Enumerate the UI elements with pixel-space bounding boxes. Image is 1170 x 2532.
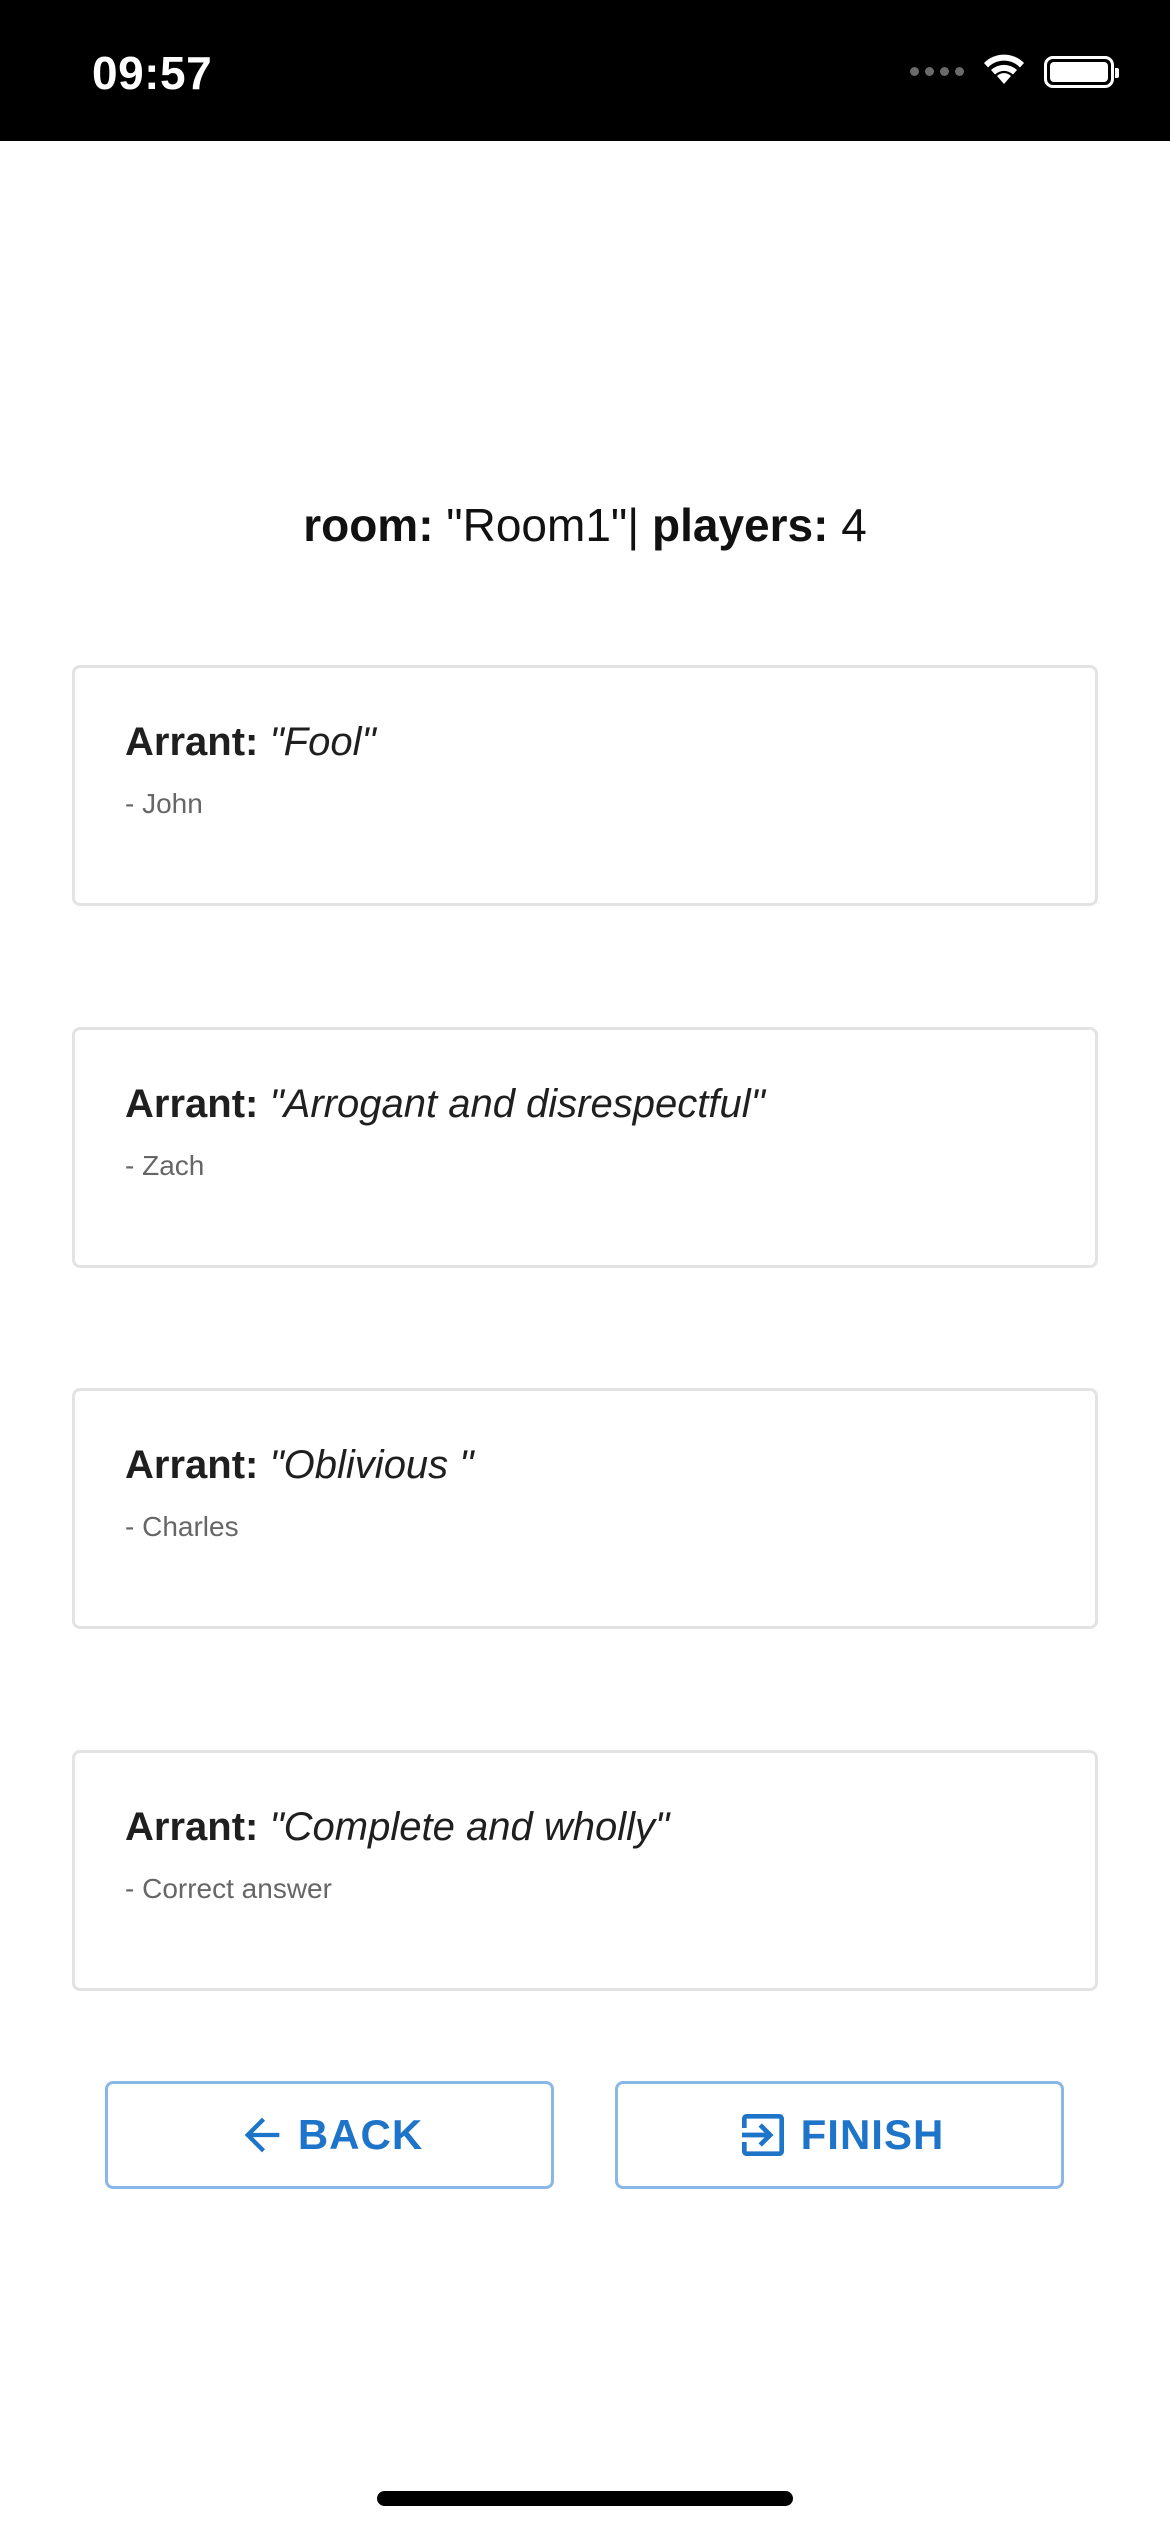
arrow-left-icon [236,2109,288,2161]
room-label: room: [303,499,434,551]
finish-button-label: FINISH [800,2111,945,2158]
battery-icon [1044,55,1119,88]
home-indicator[interactable] [377,2491,793,2506]
answer-author: - Correct answer [125,1873,332,1904]
room-value: "Room1"| [433,499,652,551]
players-label: players: [651,499,829,551]
word-label: Arrant: [125,1805,259,1849]
answer-author: - Zach [125,1150,205,1181]
answer-author: - John [125,788,203,819]
definition-text: "Fool" [269,720,376,764]
status-bar: 09:57 [0,0,1170,141]
answer-author: - Charles [125,1511,239,1542]
room-info: room: "Room1"| players: 4 [0,498,1170,552]
answer-card-3[interactable]: Arrant: "Oblivious " - Charles [72,1388,1098,1629]
definition-text: "Complete and wholly" [269,1805,670,1849]
word-label: Arrant: [125,720,259,764]
answer-card-1[interactable]: Arrant: "Fool" - John [72,665,1098,906]
definition-text: "Arrogant and disrespectful" [269,1082,765,1126]
answer-card-2[interactable]: Arrant: "Arrogant and disrespectful" - Z… [72,1027,1098,1268]
status-time: 09:57 [92,47,213,99]
back-button-label: BACK [297,2111,424,2158]
finish-button[interactable]: FINISH [615,2081,1064,2189]
back-button[interactable]: BACK [105,2081,554,2189]
word-label: Arrant: [125,1082,259,1126]
definition-text: "Oblivious " [269,1443,474,1487]
word-label: Arrant: [125,1443,259,1487]
players-value: 4 [828,499,867,551]
signal-dots-icon [910,67,964,76]
wifi-icon [982,52,1026,91]
status-icons [910,52,1119,91]
answer-card-4[interactable]: Arrant: "Complete and wholly" - Correct … [72,1750,1098,1991]
exit-to-app-icon [735,2107,791,2163]
